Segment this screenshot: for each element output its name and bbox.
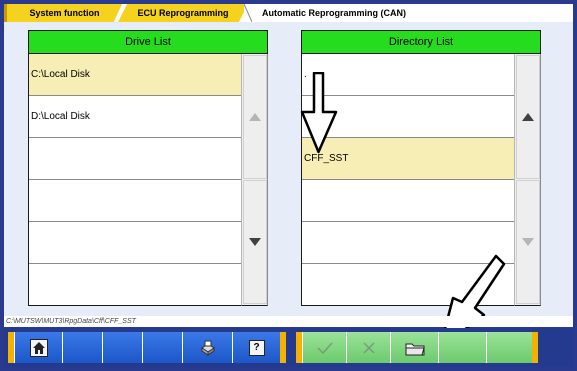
directory-list-header: Directory List (301, 30, 541, 54)
drive-list-item[interactable] (29, 180, 241, 222)
breadcrumb: System function ECU Reprogramming Automa… (4, 4, 573, 22)
bottom-toolbar: ? (4, 328, 573, 367)
confirm-button[interactable] (302, 332, 346, 363)
drive-list-item[interactable]: D:\Local Disk (29, 96, 241, 138)
home-icon (29, 338, 48, 357)
tab-ecu-reprogramming[interactable]: ECU Reprogramming (118, 4, 248, 22)
tab-system-function[interactable]: System function (4, 4, 122, 22)
drive-list-item[interactable] (29, 222, 241, 264)
toolbar-blank-button[interactable] (438, 332, 486, 363)
arrow-down-icon (249, 238, 261, 246)
drive-list-header: Drive List (28, 30, 268, 54)
drive-list-item[interactable] (29, 138, 241, 180)
arrow-up-icon (249, 113, 261, 121)
check-icon (316, 341, 333, 354)
directory-scroll-up-button[interactable] (516, 55, 540, 179)
print-icon (200, 340, 215, 356)
help-button[interactable]: ? (232, 332, 280, 363)
directory-scroll-down-button[interactable] (516, 180, 540, 304)
directory-list-item[interactable] (302, 180, 514, 222)
arrow-up-icon (522, 113, 534, 121)
print-button[interactable] (182, 332, 232, 363)
toolbar-blank-button[interactable] (142, 332, 182, 363)
cancel-button[interactable] (346, 332, 390, 363)
toolbar-blank-button[interactable] (102, 332, 142, 363)
folder-icon (405, 343, 425, 355)
toolbar-endcap (532, 332, 538, 363)
drive-list-item[interactable]: C:\Local Disk (29, 54, 241, 96)
toolbar-blank-button[interactable] (486, 332, 532, 363)
toolbar-group-right (296, 332, 538, 363)
annotation-arrow-down (300, 72, 338, 154)
breadcrumb-separator (244, 4, 252, 22)
current-path-status: C:\MUTSW\MUT3\RpgData\Cff\CFF_SST (4, 316, 573, 327)
drive-scroll-down-button[interactable] (243, 180, 267, 304)
open-folder-button[interactable] (390, 332, 438, 363)
toolbar-group-left: ? (8, 332, 286, 363)
main-area: Drive List C:\Local Disk D:\Local Disk D… (4, 22, 573, 350)
arrow-down-icon (522, 238, 534, 246)
toolbar-blank-button[interactable] (62, 332, 102, 363)
drive-list-scrollbar[interactable] (241, 54, 268, 306)
app-frame: System function ECU Reprogramming Automa… (0, 0, 577, 371)
drive-scroll-up-button[interactable] (243, 55, 267, 179)
close-icon (362, 341, 375, 354)
drive-list-panel: Drive List C:\Local Disk D:\Local Disk (28, 30, 268, 306)
tab-automatic-reprogramming: Automatic Reprogramming (CAN) (244, 4, 573, 22)
home-button[interactable] (14, 332, 62, 363)
directory-list-scrollbar[interactable] (514, 54, 541, 306)
drive-list: C:\Local Disk D:\Local Disk (28, 54, 241, 306)
drive-list-item[interactable] (29, 264, 241, 304)
help-icon: ? (248, 339, 265, 356)
toolbar-endcap (280, 332, 286, 363)
